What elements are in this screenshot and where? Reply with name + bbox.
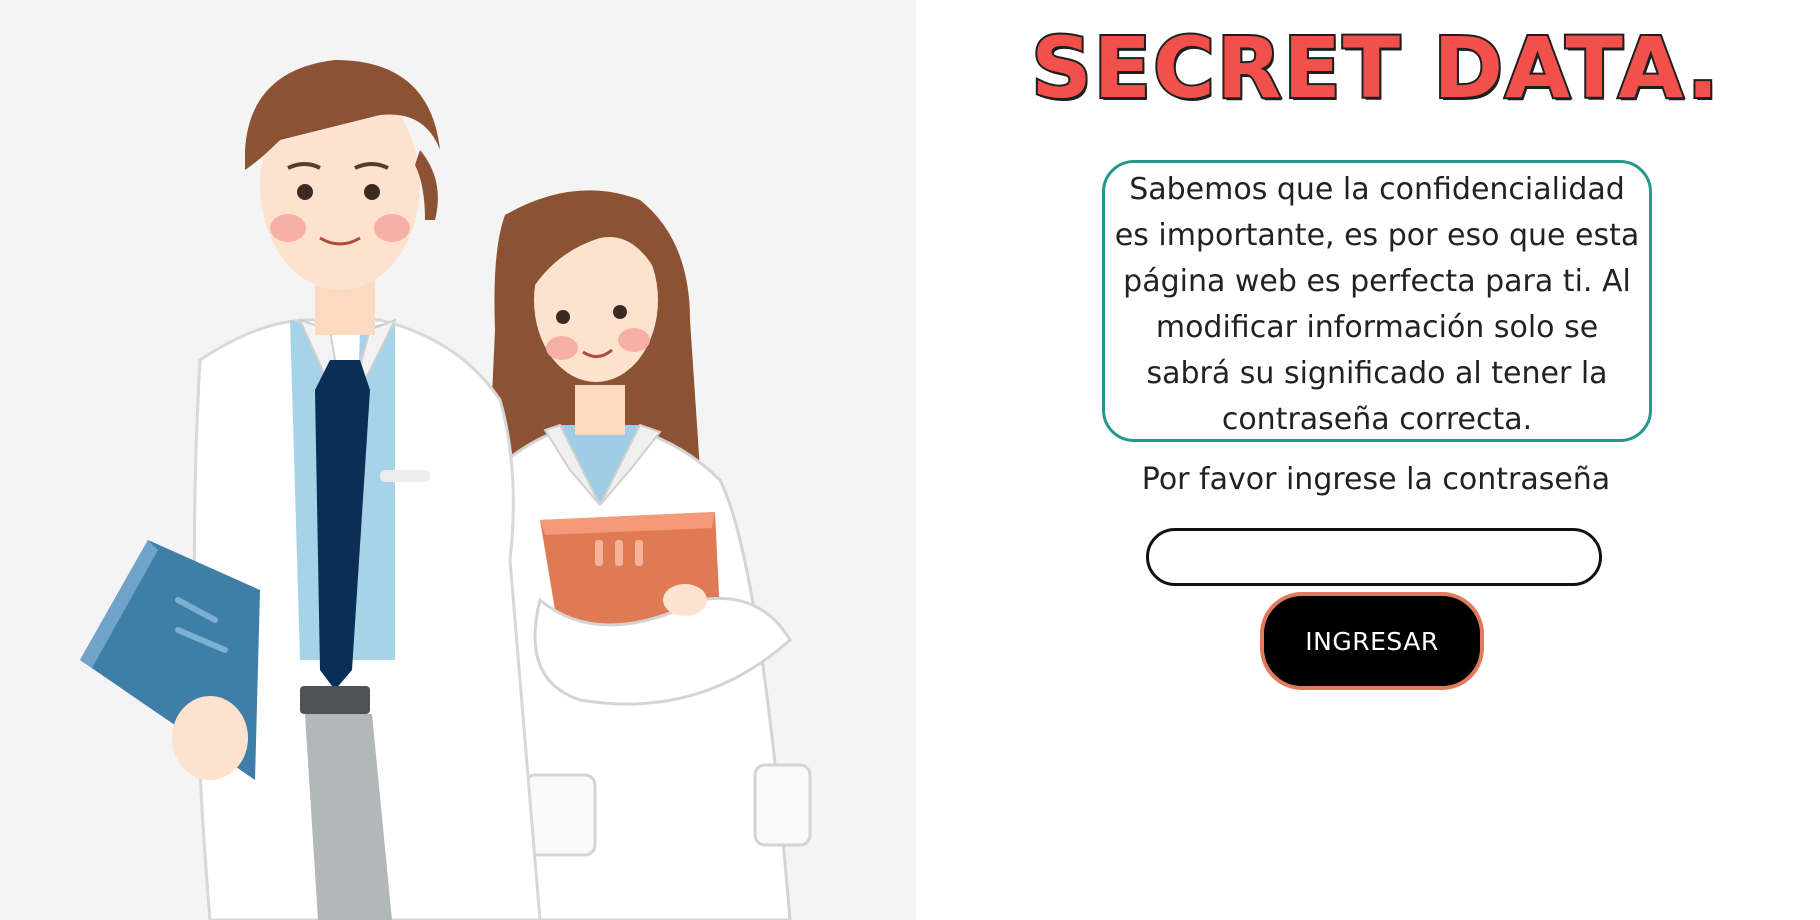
submit-button[interactable]: INGRESAR <box>1260 592 1484 690</box>
password-input[interactable] <box>1146 528 1602 586</box>
doctors-illustration-graphic <box>80 60 812 920</box>
login-panel: SECRET DATA. Sabemos que la confidencial… <box>916 0 1820 920</box>
login-page: SECRET DATA. Sabemos que la confidencial… <box>0 0 1820 920</box>
password-prompt: Por favor ingrese la contraseña <box>1141 462 1611 497</box>
page-title: SECRET DATA. <box>1029 17 1721 119</box>
doctors-illustration <box>0 0 916 920</box>
intro-text-box: Sabemos que la confidencialidad es impor… <box>1102 160 1652 442</box>
